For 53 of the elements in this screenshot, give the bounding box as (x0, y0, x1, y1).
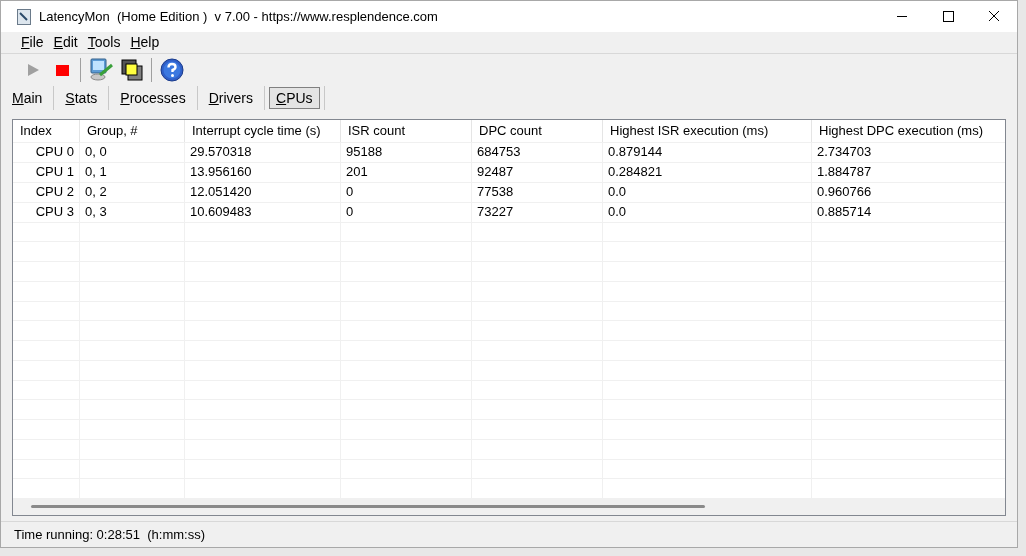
table-cell: 0.960766 (812, 182, 1005, 202)
column-header[interactable]: Index (13, 120, 80, 142)
window-title: LatencyMon (Home Edition ) v 7.00 - https://www.resplendence.com (39, 7, 438, 26)
table-cell: 684753 (472, 142, 603, 162)
table-cell: CPU 2 (13, 182, 80, 202)
table-cell: 13.956160 (185, 162, 341, 182)
table-cell: 77538 (472, 182, 603, 202)
table-cell: CPU 1 (13, 162, 80, 182)
column-header[interactable]: Group, # (80, 120, 185, 142)
table-cell: 201 (341, 162, 472, 182)
table-cell: 92487 (472, 162, 603, 182)
stop-icon[interactable] (56, 63, 69, 77)
status-text: Time running: 0:28:51 (h:mm:ss) (14, 525, 205, 544)
tab[interactable]: Stats (58, 87, 105, 109)
table-cell: 0.0 (603, 202, 812, 222)
table-cell: 0.0 (603, 182, 812, 202)
column-header[interactable]: Highest DPC execution (ms) (812, 120, 1005, 142)
table-cell: CPU 0 (13, 142, 80, 162)
table-cell: 2.734703 (812, 142, 1005, 162)
table-cell: 0, 3 (80, 202, 185, 222)
table-cell: 0, 2 (80, 182, 185, 202)
column-header[interactable]: DPC count (472, 120, 603, 142)
table-cell: 0 (341, 202, 472, 222)
menu-item[interactable]: Help (130, 32, 160, 53)
menu-item[interactable]: Edit (53, 32, 78, 53)
table-cell: 0 (341, 182, 472, 202)
app-icon (17, 8, 31, 25)
table-cell: 73227 (472, 202, 603, 222)
column-header[interactable]: Interrupt cycle time (s) (185, 120, 341, 142)
table-cell: 95188 (341, 142, 472, 162)
tab[interactable]: Drivers (201, 87, 260, 109)
table-cell: 0, 1 (80, 162, 185, 182)
table-cell: 1.884787 (812, 162, 1005, 182)
monitor-icon[interactable] (88, 57, 114, 83)
tab[interactable]: Main (5, 87, 50, 109)
horizontal-scrollbar[interactable] (13, 498, 1005, 515)
tab[interactable]: CPUs (269, 87, 320, 109)
menu-item[interactable]: File (21, 32, 44, 53)
table-cell: 29.570318 (185, 142, 341, 162)
column-header[interactable]: ISR count (341, 120, 472, 142)
tab[interactable]: Processes (113, 87, 193, 109)
table-cell: 10.609483 (185, 202, 341, 222)
help-icon[interactable] (160, 58, 184, 82)
windows-icon[interactable] (120, 58, 144, 82)
table-cell: 0.284821 (603, 162, 812, 182)
column-header[interactable]: Highest ISR execution (ms) (603, 120, 812, 142)
table-cell: 0.885714 (812, 202, 1005, 222)
menu-item[interactable]: Tools (87, 32, 121, 53)
table-cell: CPU 3 (13, 202, 80, 222)
table-cell: 12.051420 (185, 182, 341, 202)
scrollbar-thumb[interactable] (31, 505, 705, 509)
table-cell: 0.879144 (603, 142, 812, 162)
table-cell: 0, 0 (80, 142, 185, 162)
